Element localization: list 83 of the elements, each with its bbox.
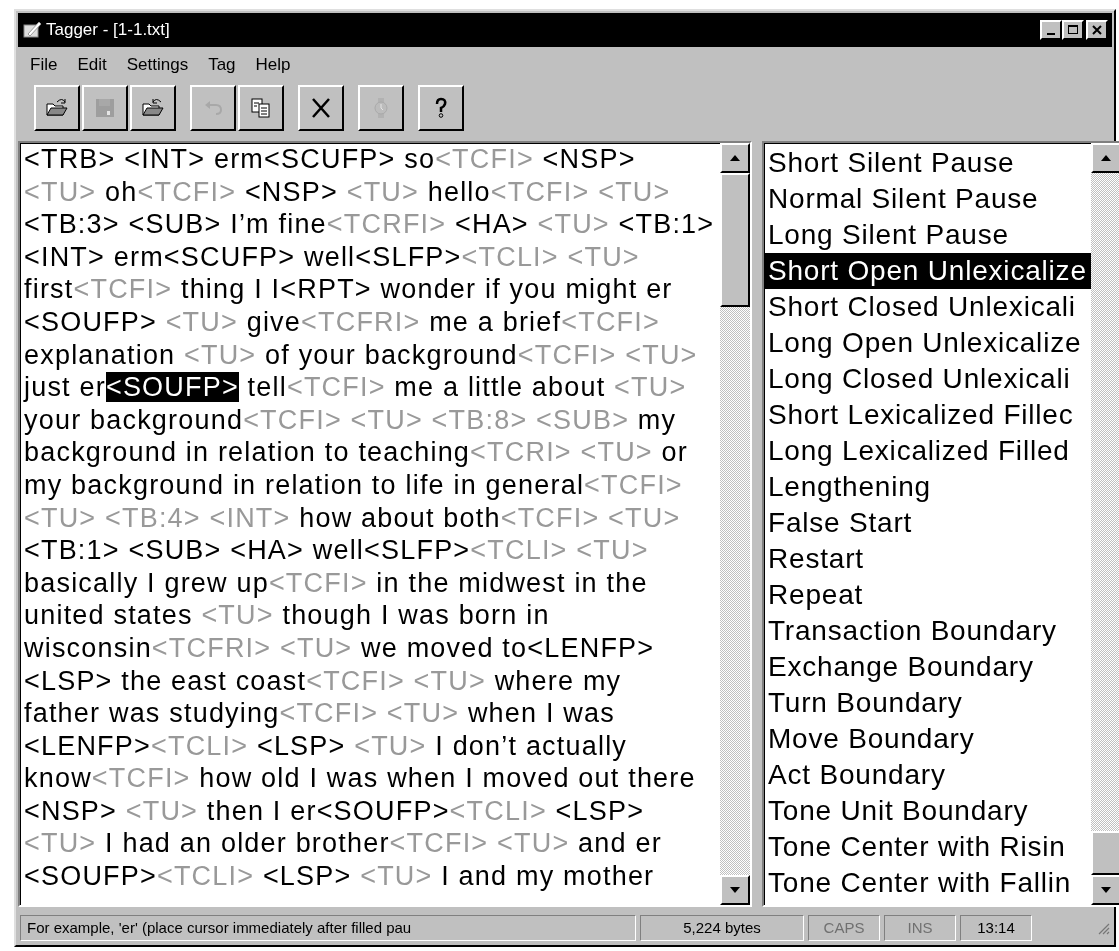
menu-item[interactable]: Settings: [116, 53, 199, 77]
x-mark-icon: [309, 96, 333, 120]
caret-down-icon: [1100, 887, 1111, 893]
text-line: father was studying<TCFI> <TU> when I was: [24, 697, 616, 730]
caret-down-icon: [730, 887, 740, 893]
toolbar-button[interactable]: [130, 85, 176, 131]
text-line: explanation <TU> of your background<TCFI> <TU>: [24, 338, 699, 372]
close-button[interactable]: [1086, 20, 1108, 40]
list-item[interactable]: False Start: [764, 505, 1091, 541]
minimize-button[interactable]: [1040, 20, 1062, 40]
scroll-thumb[interactable]: [1090, 831, 1119, 875]
text-line: <TU> I had an older brother<TCFI> <TU> and er: [24, 827, 663, 861]
status-panel: For example, 'er' (place cursor immediately after filled pau: [20, 915, 636, 941]
list-item[interactable]: Long Lexicalized Filled: [764, 433, 1091, 469]
text-line: <TRB> <INT> erm<SCUFP> so<TCFI> <NSP>: [24, 143, 637, 176]
scroll-up-button[interactable]: [1090, 143, 1119, 173]
status-panel: CAPS: [808, 915, 880, 941]
list-item[interactable]: Repeat: [764, 577, 1091, 613]
pen-paper-icon: [22, 20, 42, 40]
scroll-down-button[interactable]: [1090, 875, 1119, 905]
text-line: <TB:1> <SUB> <HA> well<SLFP><TCLI> <TU>: [24, 534, 650, 567]
text-line: <TB:3> <SUB> I’m fine<TCRFI> <HA> <TU> <TB:1>: [24, 208, 716, 241]
scroll-thumb[interactable]: [720, 173, 750, 307]
text-line: <NSP> <TU> then I er<SOUFP><TCLI> <LSP>: [24, 794, 646, 828]
toolbar-button[interactable]: [418, 85, 464, 131]
list-item[interactable]: Tone Center with Fallin: [764, 865, 1091, 901]
list-item[interactable]: Normal Silent Pause: [764, 181, 1091, 217]
list-item[interactable]: Act Boundary: [764, 757, 1091, 793]
scrollbar[interactable]: [720, 143, 750, 905]
text-line: united states <TU> though I was born in: [24, 599, 551, 632]
text-line: background in relation to teaching<TCRI> <TU> or: [24, 436, 689, 469]
list-item[interactable]: Tone Unit Boundary: [764, 793, 1091, 829]
list-item[interactable]: Turn Boundary: [764, 685, 1091, 721]
text-line: wisconsin<TCFRI> <TU> we moved to<LENFP>: [24, 631, 656, 665]
text-line: <TU> oh<TCFI> <NSP> <TU> hello<TCFI> <TU>: [24, 175, 672, 209]
text-line: my background in relation to life in general<TCFI>: [24, 468, 684, 502]
resize-grip-icon[interactable]: [1096, 921, 1110, 935]
scroll-up-button[interactable]: [720, 143, 750, 173]
list-item[interactable]: Lengthening: [764, 469, 1091, 505]
window-title: Tagger - [1-1.txt]: [46, 20, 171, 40]
text-line: first<TCFI> thing I I<RPT> wonder if you might er: [24, 273, 674, 306]
text-line: <SOUFP><TCLI> <LSP> <TU> I and my mother: [24, 860, 656, 893]
scroll-down-button[interactable]: [720, 875, 750, 905]
caret-up-icon: [730, 155, 740, 161]
list-item[interactable]: Short Closed Unlexicali: [764, 289, 1091, 325]
text-line: <SOUFP> <TU> give<TCFRI> me a brief<TCFI>: [24, 305, 661, 339]
scrollbar[interactable]: [1090, 143, 1119, 905]
status-panel: 13:14: [960, 915, 1032, 941]
text-line: basically I grew up<TCFI> in the midwest in the: [24, 566, 649, 600]
list-item[interactable]: Long Open Unlexicalize: [764, 325, 1091, 361]
list-item[interactable]: Short Lexicalized Fillec: [764, 397, 1091, 433]
caret-up-icon: [1100, 155, 1111, 161]
text-line: <LSP> the east coast<TCFI> <TU> where my: [24, 664, 623, 698]
list-item[interactable]: Tone Center with Risin: [764, 829, 1091, 865]
list-item[interactable]: Short Silent Pause: [764, 145, 1091, 181]
text-line: <INT> erm<SCUFP> well<SLFP><TCLI> <TU>: [24, 240, 641, 274]
menu-item[interactable]: Tag: [198, 53, 246, 77]
list-item[interactable]: Transaction Boundary: [764, 613, 1091, 649]
status-panel: 5,224 bytes: [640, 915, 804, 941]
text-line: know<TCFI> how old I was when I moved out there: [24, 762, 697, 795]
menu-item[interactable]: Help: [245, 53, 301, 77]
menu-item[interactable]: Edit: [67, 53, 117, 77]
toolbar-button[interactable]: [298, 85, 344, 131]
copy-pages-icon: [249, 96, 273, 120]
text-line: <TU> <TB:4> <INT> how about both<TCFI> <TU>: [24, 501, 682, 535]
toolbar-button[interactable]: [238, 85, 284, 131]
text-line: just er<SOUFP> tell<TCFI> me a little about <TU>: [24, 371, 688, 404]
maximize-icon: [1067, 24, 1079, 36]
list-item[interactable]: Restart: [764, 541, 1091, 577]
list-item[interactable]: Move Boundary: [764, 721, 1091, 757]
text-line: your background<TCFI> <TU> <TB:8> <SUB> my: [24, 403, 678, 437]
status-panel: INS: [884, 915, 956, 941]
menu-item[interactable]: File: [20, 53, 68, 77]
list-item[interactable]: Long Silent Pause: [764, 217, 1091, 253]
list-item[interactable]: Short Open Unlexicalize: [764, 253, 1091, 289]
list-item[interactable]: Exchange Boundary: [764, 649, 1091, 685]
toolbar-button[interactable]: [34, 85, 80, 131]
maximize-button[interactable]: [1062, 20, 1084, 40]
text-line: <LENFP><TCLI> <LSP> <TU> I don’t actually: [24, 729, 629, 763]
minimize-icon: [1047, 33, 1055, 35]
close-icon: [1091, 24, 1103, 36]
list-item[interactable]: Long Closed Unlexicali: [764, 361, 1091, 397]
text-editor[interactable]: [18, 141, 752, 907]
